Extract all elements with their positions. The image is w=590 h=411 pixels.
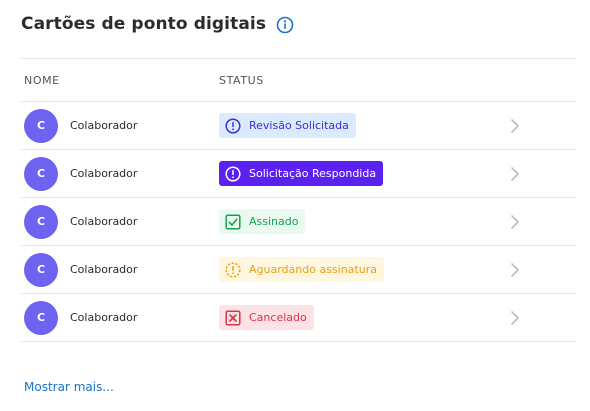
status-badge: Assinado: [219, 209, 306, 234]
status-cell: Solicitação Respondida: [219, 161, 505, 186]
avatar: C: [24, 156, 58, 191]
status-label: Cancelado: [249, 311, 307, 324]
chevron-right-icon[interactable]: [505, 260, 525, 280]
table-row[interactable]: C Colaborador Assinado: [21, 198, 577, 246]
table-row[interactable]: C Colaborador Revisão Solicitada: [21, 102, 577, 150]
timecards-table: NOME STATUS C Colaborador Revisão Solici…: [21, 58, 577, 342]
status-badge: Revisão Solicitada: [219, 113, 356, 138]
employee-name: Colaborador: [70, 263, 138, 276]
status-label: Aguardando assinatura: [249, 263, 377, 276]
dashed-clock-icon: [225, 261, 241, 278]
table-row[interactable]: C Colaborador Cancelado: [21, 294, 577, 342]
employee-name: Colaborador: [70, 215, 138, 228]
avatar: C: [24, 108, 58, 143]
status-cell: Aguardando assinatura: [219, 257, 505, 282]
table-header: NOME STATUS: [21, 58, 577, 102]
status-label: Revisão Solicitada: [249, 119, 349, 132]
status-label: Solicitação Respondida: [249, 167, 377, 180]
column-header-status: STATUS: [219, 73, 264, 87]
avatar: C: [24, 204, 58, 239]
name-cell: C Colaborador: [21, 156, 219, 191]
employee-name: Colaborador: [70, 119, 138, 132]
status-cell: Revisão Solicitada: [219, 113, 505, 138]
chevron-right-icon[interactable]: [505, 308, 525, 328]
table-row[interactable]: C Colaborador Aguardando assinatura: [21, 246, 577, 294]
name-cell: C Colaborador: [21, 108, 219, 143]
chevron-right-icon[interactable]: [505, 212, 525, 232]
page-title: Cartões de ponto digitais: [21, 14, 267, 34]
table-row[interactable]: C Colaborador Solicitação Respondida: [21, 150, 577, 198]
status-cell: Cancelado: [219, 305, 505, 330]
exclamation-circle-icon: [225, 117, 241, 134]
avatar: C: [24, 252, 58, 287]
chevron-right-icon[interactable]: [505, 164, 525, 184]
status-badge: Aguardando assinatura: [219, 257, 384, 282]
x-square-icon: [225, 309, 241, 326]
column-header-name: NOME: [24, 73, 60, 87]
status-cell: Assinado: [219, 209, 505, 234]
employee-name: Colaborador: [70, 167, 138, 180]
page-header: Cartões de ponto digitais: [21, 12, 294, 36]
name-cell: C Colaborador: [21, 204, 219, 239]
exclamation-circle-icon: [225, 165, 241, 182]
show-more-link[interactable]: Mostrar mais...: [24, 380, 114, 394]
name-cell: C Colaborador: [21, 252, 219, 287]
employee-name: Colaborador: [70, 311, 138, 324]
avatar: C: [24, 300, 58, 335]
status-badge: Solicitação Respondida: [219, 161, 384, 186]
check-square-icon: [225, 213, 241, 230]
info-icon[interactable]: [276, 16, 294, 34]
name-cell: C Colaborador: [21, 300, 219, 335]
chevron-right-icon[interactable]: [505, 116, 525, 136]
status-badge: Cancelado: [219, 305, 314, 330]
status-label: Assinado: [249, 215, 299, 228]
